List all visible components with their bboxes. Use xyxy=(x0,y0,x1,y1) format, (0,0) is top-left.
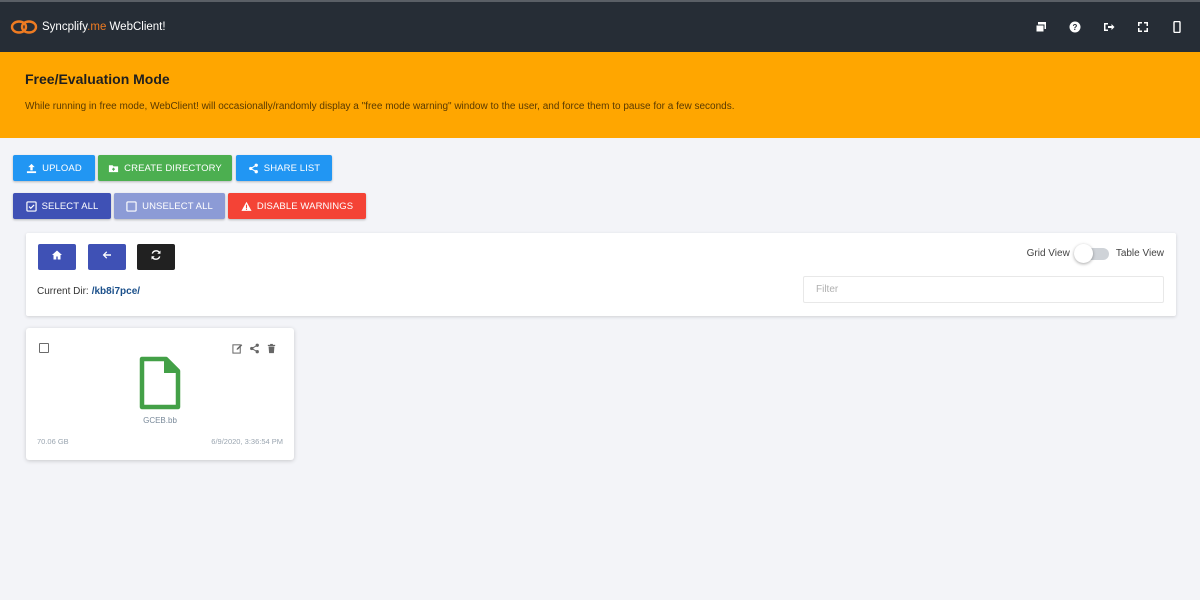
brand-product: WebClient! xyxy=(106,21,166,33)
unselect-all-label: UNSELECT ALL xyxy=(142,200,213,212)
disable-warnings-button[interactable]: DISABLE WARNINGS xyxy=(228,193,366,219)
refresh-button[interactable] xyxy=(137,244,175,270)
trash-icon[interactable] xyxy=(263,341,280,355)
help-icon[interactable]: ? xyxy=(1058,12,1092,42)
file-name[interactable]: GCEB.bb xyxy=(26,416,294,425)
unselect-all-button[interactable]: UNSELECT ALL xyxy=(114,193,225,219)
create-directory-label: CREATE DIRECTORY xyxy=(124,162,222,174)
folder-plus-icon xyxy=(108,163,119,174)
disable-warnings-label: DISABLE WARNINGS xyxy=(256,200,354,212)
fullscreen-icon[interactable] xyxy=(1126,12,1160,42)
table-view-label: Table View xyxy=(1115,247,1164,259)
select-all-button[interactable]: SELECT ALL xyxy=(13,193,111,219)
create-directory-button[interactable]: CREATE DIRECTORY xyxy=(98,155,232,181)
share-icon[interactable] xyxy=(246,341,263,355)
top-navbar: Syncplify.me WebClient! ? xyxy=(0,0,1200,52)
filter-input[interactable] xyxy=(803,276,1164,303)
banner-title: Free/Evaluation Mode xyxy=(25,71,170,87)
file-card[interactable]: GCEB.bb 70.06 GB 6/9/2020, 3:36:54 PM xyxy=(26,328,294,460)
refresh-icon xyxy=(150,248,162,266)
brand-suffix: .me xyxy=(87,21,107,33)
stacked-windows-icon[interactable] xyxy=(1024,12,1058,42)
arrow-left-icon xyxy=(101,248,113,266)
select-all-label: SELECT ALL xyxy=(41,200,99,212)
free-mode-banner: Free/Evaluation Mode While running in fr… xyxy=(0,52,1200,138)
back-button[interactable] xyxy=(88,244,126,270)
upload-button[interactable]: UPLOAD xyxy=(13,155,95,181)
share-icon xyxy=(248,163,259,174)
home-button[interactable] xyxy=(38,244,76,270)
switch-knob xyxy=(1073,244,1093,263)
checkbox-checked-icon xyxy=(25,200,37,212)
checkbox-empty-icon xyxy=(126,200,137,212)
file-select-checkbox[interactable] xyxy=(39,343,49,353)
current-directory: Current Dir:/kb8i7pce/ xyxy=(37,286,140,297)
mobile-icon[interactable] xyxy=(1160,12,1194,42)
warning-icon xyxy=(241,201,252,212)
file-size: 70.06 GB xyxy=(37,437,69,446)
brand-title: Syncplify.me WebClient! xyxy=(42,21,166,33)
view-mode-switch[interactable] xyxy=(1073,243,1112,263)
upload-icon xyxy=(26,163,37,174)
edit-icon[interactable] xyxy=(229,341,246,355)
share-list-label: SHARE LIST xyxy=(263,162,321,174)
brand[interactable]: Syncplify.me WebClient! xyxy=(10,18,166,36)
current-dir-label: Current Dir: xyxy=(37,286,89,297)
syncplify-logo-icon xyxy=(10,18,38,36)
upload-label: UPLOAD xyxy=(42,162,82,174)
directory-panel: Current Dir:/kb8i7pce/ Grid View Table V… xyxy=(26,233,1176,316)
current-dir-path[interactable]: /kb8i7pce/ xyxy=(92,286,140,297)
file-actions xyxy=(229,341,280,355)
top-icon-group: ? xyxy=(1024,2,1194,52)
grid-view-label: Grid View xyxy=(1026,247,1070,259)
banner-text: While running in free mode, WebClient! w… xyxy=(25,101,735,112)
svg-text:?: ? xyxy=(1073,23,1078,32)
logout-icon[interactable] xyxy=(1092,12,1126,42)
file-icon[interactable] xyxy=(139,356,181,410)
view-toggle: Grid View Table View xyxy=(1027,243,1164,263)
brand-name: Syncplify xyxy=(42,21,88,33)
home-icon xyxy=(51,248,63,266)
file-modified-date: 6/9/2020, 3:36:54 PM xyxy=(211,437,283,446)
share-list-button[interactable]: SHARE LIST xyxy=(236,155,332,181)
